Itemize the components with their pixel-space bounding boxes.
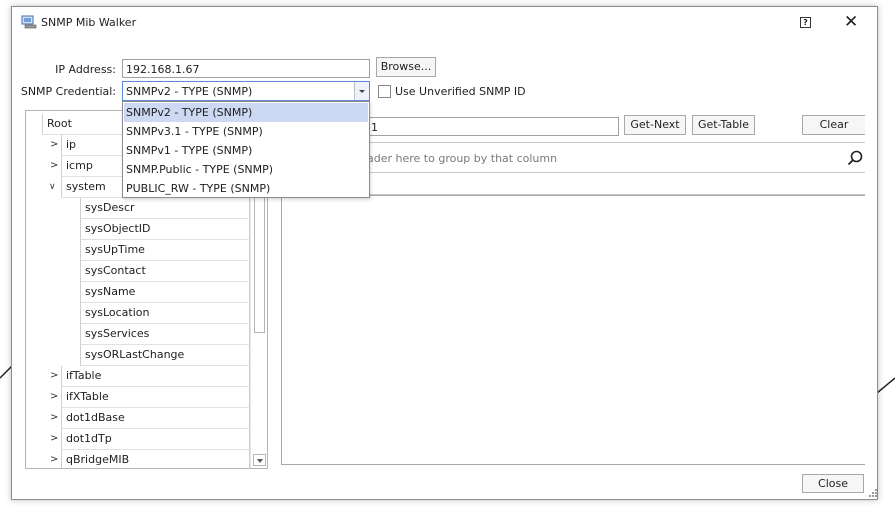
results-grid[interactable] bbox=[281, 195, 865, 465]
tree-item-label: sysObjectID bbox=[85, 222, 151, 235]
tree-item-label: sysServices bbox=[85, 327, 150, 340]
tree-item-label: sysORLastChange bbox=[85, 348, 185, 361]
tree-item-sysdescr[interactable]: sysDescr bbox=[80, 198, 250, 219]
group-by-hint: ader here to group by that column bbox=[367, 152, 558, 165]
tree-item-label: icmp bbox=[66, 159, 93, 172]
tree-item-label: ip bbox=[66, 138, 77, 151]
get-table-button[interactable]: Get-Table bbox=[692, 115, 755, 135]
search-icon[interactable] bbox=[847, 150, 863, 166]
tree-item-label: sysContact bbox=[85, 264, 146, 277]
tree-item-syscontact[interactable]: sysContact bbox=[80, 261, 250, 282]
tree-item-sysservices[interactable]: sysServices bbox=[80, 324, 250, 345]
chevron-right-icon[interactable]: > bbox=[50, 156, 58, 176]
tree-item-label: dot1dTp bbox=[66, 432, 112, 445]
tree-item-sysobjectid[interactable]: sysObjectID bbox=[80, 219, 250, 240]
window-title: SNMP Mib Walker bbox=[41, 16, 137, 29]
tree-item-dot1dtp[interactable]: dot1dTp bbox=[61, 429, 250, 450]
tree-item-sysuptime[interactable]: sysUpTime bbox=[80, 240, 250, 261]
resize-grip-icon[interactable] bbox=[868, 488, 878, 498]
tree-item-label: ifXTable bbox=[66, 390, 109, 403]
credential-selected-value: SNMPv2 - TYPE (SNMP) bbox=[126, 85, 253, 98]
credential-dropdown-list[interactable]: SNMPv2 - TYPE (SNMP) SNMPv3.1 - TYPE (SN… bbox=[122, 101, 370, 198]
tree-item-dot1dbase[interactable]: dot1dBase bbox=[61, 408, 250, 429]
tree-item-label: ifTable bbox=[66, 369, 102, 382]
credential-option[interactable]: SNMPv3.1 - TYPE (SNMP) bbox=[124, 122, 368, 141]
credential-option[interactable]: SNMPv2 - TYPE (SNMP) bbox=[124, 103, 368, 122]
credential-option[interactable]: SNMP.Public - TYPE (SNMP) bbox=[124, 160, 368, 179]
oid-input[interactable]: 1 bbox=[367, 117, 619, 136]
use-unverified-label[interactable]: Use Unverified SNMP ID bbox=[395, 85, 526, 98]
chevron-right-icon[interactable]: > bbox=[50, 366, 58, 386]
tree-item-label: sysName bbox=[85, 285, 136, 298]
tree-item-label: sysUpTime bbox=[85, 243, 145, 256]
chevron-down-icon[interactable] bbox=[354, 82, 369, 100]
tree-item-label: system bbox=[66, 180, 106, 193]
browse-button[interactable]: Browse... bbox=[376, 57, 436, 77]
tree-item-syslocation[interactable]: sysLocation bbox=[80, 303, 250, 324]
tree-item-label: qBridgeMIB bbox=[66, 453, 130, 466]
help-icon[interactable]: ? bbox=[800, 17, 811, 28]
chevron-right-icon[interactable]: > bbox=[50, 387, 58, 407]
ip-address-input[interactable]: 192.168.1.67 bbox=[122, 59, 370, 78]
chevron-right-icon[interactable]: > bbox=[50, 135, 58, 155]
chevron-right-icon[interactable]: > bbox=[50, 450, 58, 468]
tree-item-ifxtable[interactable]: ifXTable bbox=[61, 387, 250, 408]
mib-walker-dialog: SNMP Mib Walker ? ✕ IP Address: 192.168.… bbox=[11, 6, 878, 500]
snmp-credential-select[interactable]: SNMPv2 - TYPE (SNMP) bbox=[122, 81, 370, 101]
close-icon[interactable]: ✕ bbox=[844, 13, 858, 31]
tree-item-label: Root bbox=[47, 117, 72, 130]
credential-option[interactable]: PUBLIC_RW - TYPE (SNMP) bbox=[124, 179, 368, 198]
chevron-right-icon[interactable]: > bbox=[50, 408, 58, 428]
tree-item-label: sysDescr bbox=[85, 201, 135, 214]
credential-option[interactable]: SNMPv1 - TYPE (SNMP) bbox=[124, 141, 368, 160]
get-next-button[interactable]: Get-Next bbox=[624, 115, 686, 135]
clear-button[interactable]: Clear bbox=[802, 115, 865, 135]
tree-item-sysorlastchange[interactable]: sysORLastChange bbox=[80, 345, 250, 366]
tree-item-qbridgemib[interactable]: qBridgeMIB bbox=[61, 450, 250, 468]
chevron-right-icon[interactable]: > bbox=[50, 429, 58, 449]
chevron-down-icon[interactable]: ∨ bbox=[49, 177, 56, 197]
scroll-down-icon[interactable] bbox=[253, 454, 266, 466]
snmp-app-icon bbox=[21, 15, 37, 29]
snmp-credential-label: SNMP Credential: bbox=[20, 85, 116, 98]
tree-item-iftable[interactable]: ifTable bbox=[61, 366, 250, 387]
tree-item-sysname[interactable]: sysName bbox=[80, 282, 250, 303]
tree-item-label: dot1dBase bbox=[66, 411, 125, 424]
title-bar: SNMP Mib Walker ? ✕ bbox=[12, 7, 877, 39]
close-button[interactable]: Close bbox=[802, 474, 864, 493]
ip-address-label: IP Address: bbox=[55, 63, 116, 76]
use-unverified-checkbox[interactable] bbox=[378, 85, 391, 98]
tree-item-label: sysLocation bbox=[85, 306, 150, 319]
